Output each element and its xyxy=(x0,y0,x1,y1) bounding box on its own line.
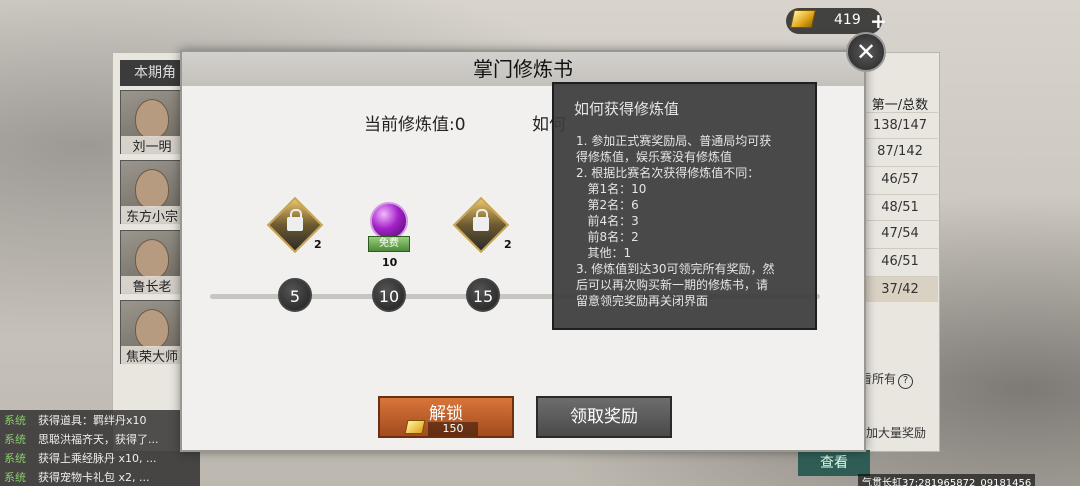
log-row: 系统 获得道具：羁绊丹x10 xyxy=(0,410,200,429)
view-button[interactable]: 查看 xyxy=(798,450,870,476)
claim-rewards-button[interactable]: 领取奖励 xyxy=(536,396,672,438)
log-row: 系统 获得宠物卡礼包 x2, ... xyxy=(0,467,200,486)
see-all-link[interactable]: 看所有? xyxy=(860,370,914,389)
log-text: 思聪洪福齐天，获得了... xyxy=(38,432,159,446)
free-badge: 免费 xyxy=(368,236,410,252)
milestone-node: 15 xyxy=(466,278,500,312)
character-name: 东方小宗 xyxy=(121,206,183,225)
purple-orb-icon xyxy=(370,202,408,240)
rank-cell: 138/147 xyxy=(862,112,938,138)
character-face-icon xyxy=(135,239,169,279)
log-tag: 系统 xyxy=(4,432,26,446)
cultivation-help-tooltip: 如何获得修炼值 1. 参加正式赛奖励局、普通局均可获 得修炼值，娱乐赛没有修炼值… xyxy=(552,82,817,330)
character-portrait[interactable]: 东方小宗 xyxy=(120,160,183,225)
log-row: 系统 获得上乘经脉丹 x10, ... xyxy=(0,448,200,467)
reward-count: 2 xyxy=(314,238,322,251)
reward-item-locked[interactable]: 2 xyxy=(452,196,512,254)
gold-value: 419 xyxy=(834,12,861,28)
tooltip-title: 如何获得修炼值 xyxy=(574,100,680,118)
character-portrait[interactable]: 鲁长老 xyxy=(120,230,183,295)
log-tag: 系统 xyxy=(4,451,26,465)
character-portrait[interactable]: 刘一明 xyxy=(120,90,183,155)
reward-item-free[interactable]: 免费 10 xyxy=(364,200,414,269)
rank-cell-highlighted: 37/42 xyxy=(862,276,938,302)
current-cultivation-value: 当前修炼值:0 xyxy=(364,115,466,135)
gold-ingot-icon xyxy=(404,420,426,434)
rank-cell: 48/51 xyxy=(862,194,938,220)
log-tag: 系统 xyxy=(4,470,26,484)
chat-log[interactable]: 系统 获得道具：羁绊丹x10 系统 思聪洪福齐天，获得了... 系统 获得上乘经脉丹 … xyxy=(0,410,200,486)
character-face-icon xyxy=(135,309,169,349)
lock-icon xyxy=(473,209,489,231)
rank-cell: 46/51 xyxy=(862,248,938,274)
character-face-icon xyxy=(135,99,169,139)
log-text: 获得道具：羁绊丹x10 xyxy=(38,413,147,427)
rank-cell: 87/142 xyxy=(862,138,938,164)
milestone-node: 5 xyxy=(278,278,312,312)
promo-text: 加大量奖励 xyxy=(866,426,927,440)
player-id-footer: 气贯长虹37:281965872_09181456 xyxy=(858,474,1036,486)
character-face-icon xyxy=(135,169,169,209)
reward-item-locked[interactable]: 2 xyxy=(266,196,324,254)
log-row: 系统 思聪洪福齐天，获得了... xyxy=(0,429,200,448)
unlock-label: 解锁 xyxy=(429,404,463,424)
lock-icon xyxy=(287,209,303,231)
rank-cell: 46/57 xyxy=(862,166,938,192)
reward-count: 2 xyxy=(504,238,512,251)
log-tag: 系统 xyxy=(4,413,26,427)
reward-count: 10 xyxy=(382,256,398,269)
rank-cell: 47/54 xyxy=(862,220,938,246)
modal-title: 掌门修炼书 xyxy=(182,52,864,86)
character-name: 焦荣大师 xyxy=(121,346,183,365)
help-icon[interactable]: ? xyxy=(898,374,914,389)
character-portrait[interactable]: 焦荣大师 xyxy=(120,300,183,365)
log-text: 获得上乘经脉丹 x10, ... xyxy=(38,451,157,465)
unlock-button[interactable]: 解锁 150 xyxy=(378,396,514,438)
rank-header: 第一/总数 xyxy=(871,98,929,113)
add-gold-icon[interactable]: + xyxy=(870,9,887,33)
tooltip-body: 1. 参加正式赛奖励局、普通局均可获 得修炼值，娱乐赛没有修炼值 2. 根据比赛… xyxy=(576,134,775,308)
character-name: 鲁长老 xyxy=(121,276,183,295)
log-text: 获得宠物卡礼包 x2, ... xyxy=(38,470,150,484)
character-name: 刘一明 xyxy=(121,136,183,155)
unlock-price: 150 xyxy=(428,422,478,436)
milestone-node: 10 xyxy=(372,278,406,312)
close-icon[interactable]: ✕ xyxy=(846,32,886,72)
gold-ingot-icon xyxy=(790,10,816,28)
